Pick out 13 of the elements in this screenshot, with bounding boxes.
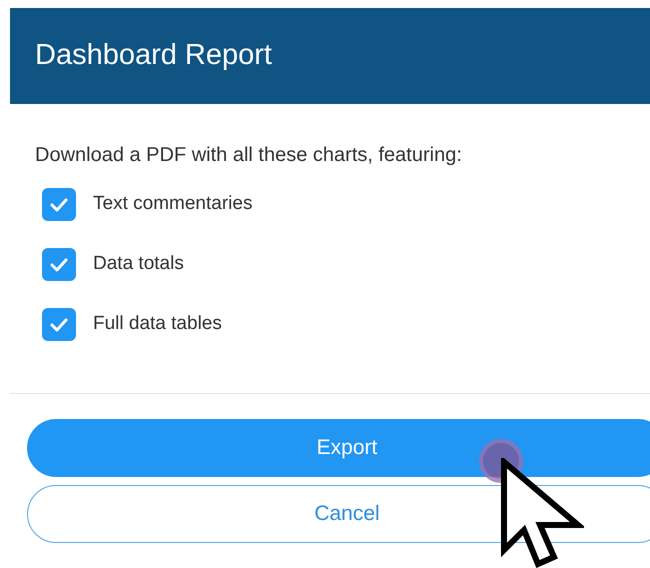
checkmark-icon — [50, 258, 68, 272]
cancel-button[interactable]: Cancel — [27, 485, 650, 543]
option-label: Full data tables — [93, 312, 222, 336]
checkbox[interactable] — [42, 248, 76, 281]
checkbox[interactable] — [42, 308, 76, 341]
intro-text: Download a PDF with all these charts, featuring: — [35, 143, 463, 168]
export-button[interactable]: Export — [27, 419, 650, 477]
checkbox[interactable] — [42, 188, 76, 221]
checkmark-icon — [50, 198, 68, 212]
option-label: Text commentaries — [93, 192, 252, 216]
option-label: Data totals — [93, 252, 184, 276]
dialog-title: Dashboard Report — [35, 38, 272, 74]
checkmark-icon — [50, 318, 68, 332]
